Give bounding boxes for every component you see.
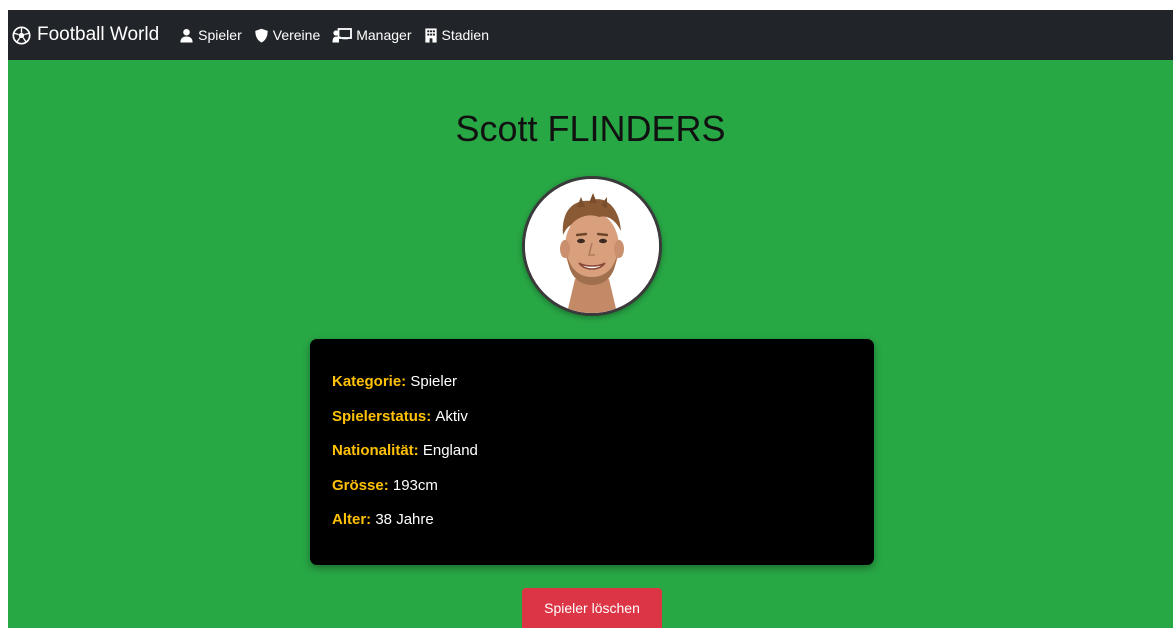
shield-icon (254, 28, 269, 43)
chalkboard-teacher-icon (332, 27, 353, 43)
delete-player-button[interactable]: Spieler löschen (522, 588, 662, 628)
nav-item-label: Stadien (441, 27, 489, 43)
detail-value: 193cm (392, 476, 438, 494)
detail-row-spielerstatus: Spielerstatus: Aktiv (332, 408, 852, 443)
nav-item-stadien[interactable]: Stadien (424, 27, 489, 43)
brand-link[interactable]: Football World (12, 24, 159, 46)
detail-label: Spielerstatus: (332, 407, 436, 425)
detail-row-groesse: Grösse: 193cm (332, 477, 852, 512)
player-name: Scott FLINDERS (455, 108, 726, 149)
detail-row-kategorie: Kategorie: Spieler (332, 373, 852, 408)
soccer-ball-icon (12, 25, 31, 45)
nav-item-label: Manager (356, 27, 412, 43)
detail-value: Spieler (410, 373, 458, 390)
player-details-card: Kategorie: Spieler Spielerstatus: Aktiv … (310, 339, 874, 565)
building-icon (424, 27, 438, 43)
nav-item-manager[interactable]: Manager (332, 27, 412, 43)
detail-value: 38 Jahre (375, 511, 434, 528)
detail-label: Alter: (332, 511, 376, 528)
brand-label: Football World (37, 24, 160, 45)
nav-item-spieler[interactable]: Spieler (179, 27, 242, 43)
detail-row-alter: Alter: 38 Jahre (332, 511, 852, 546)
detail-value: Aktiv (435, 407, 468, 425)
person-icon (179, 28, 194, 43)
player-portrait-image (525, 179, 659, 313)
detail-label: Kategorie: (332, 373, 411, 390)
page-frame: Football World Spieler Vereine Manager S… (8, 10, 1173, 628)
navbar: Football World Spieler Vereine Manager S… (8, 10, 1173, 60)
detail-value: England (422, 442, 478, 459)
nav-item-vereine[interactable]: Vereine (254, 27, 320, 43)
nav-item-label: Vereine (272, 27, 321, 43)
detail-label: Nationalität: (332, 442, 423, 459)
detail-label: Grösse: (332, 476, 393, 494)
detail-row-nationalitaet: Nationalität: England (332, 442, 852, 477)
nav-item-label: Spieler (198, 27, 242, 43)
player-photo (522, 176, 662, 316)
